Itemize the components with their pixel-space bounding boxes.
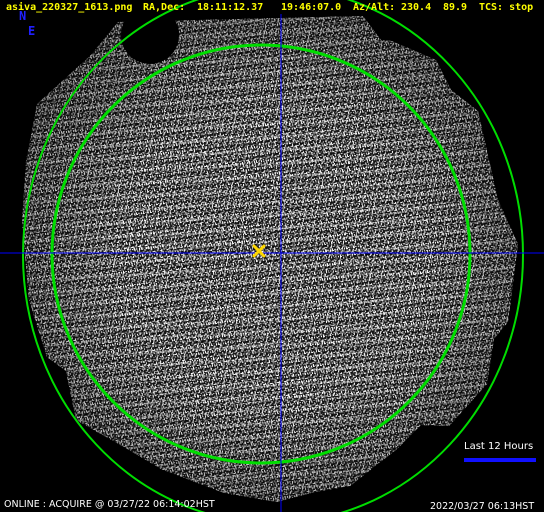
compass-north: N <box>19 9 27 23</box>
sky-image-region <box>22 16 518 502</box>
history-legend-label: Last 12 Hours <box>464 441 534 452</box>
compass-east: E <box>28 24 36 38</box>
ra-value: 18:11:12.37 <box>197 2 264 13</box>
az-value: 230.4 <box>401 2 432 13</box>
image-timestamp: 2022/03/27 06:13HST <box>430 501 535 512</box>
header-bar: asiva_220327_1613.png RA,Dec: 18:11:12.3… <box>0 3 544 16</box>
azalt-label: Az/Alt: <box>353 2 396 13</box>
history-legend-bar <box>464 458 536 462</box>
alt-value: 89.9 <box>443 2 468 13</box>
radec-label: RA,Dec: <box>143 2 186 13</box>
acquire-status: ONLINE : ACQUIRE @ 03/27/22 06:14:02HST <box>4 499 215 510</box>
allsky-viewer: asiva_220327_1613.png RA,Dec: 18:11:12.3… <box>0 0 544 512</box>
allsky-camera-image <box>0 0 544 512</box>
dec-value: 19:46:07.0 <box>281 2 342 13</box>
tcs-status: TCS: stop <box>479 2 534 13</box>
